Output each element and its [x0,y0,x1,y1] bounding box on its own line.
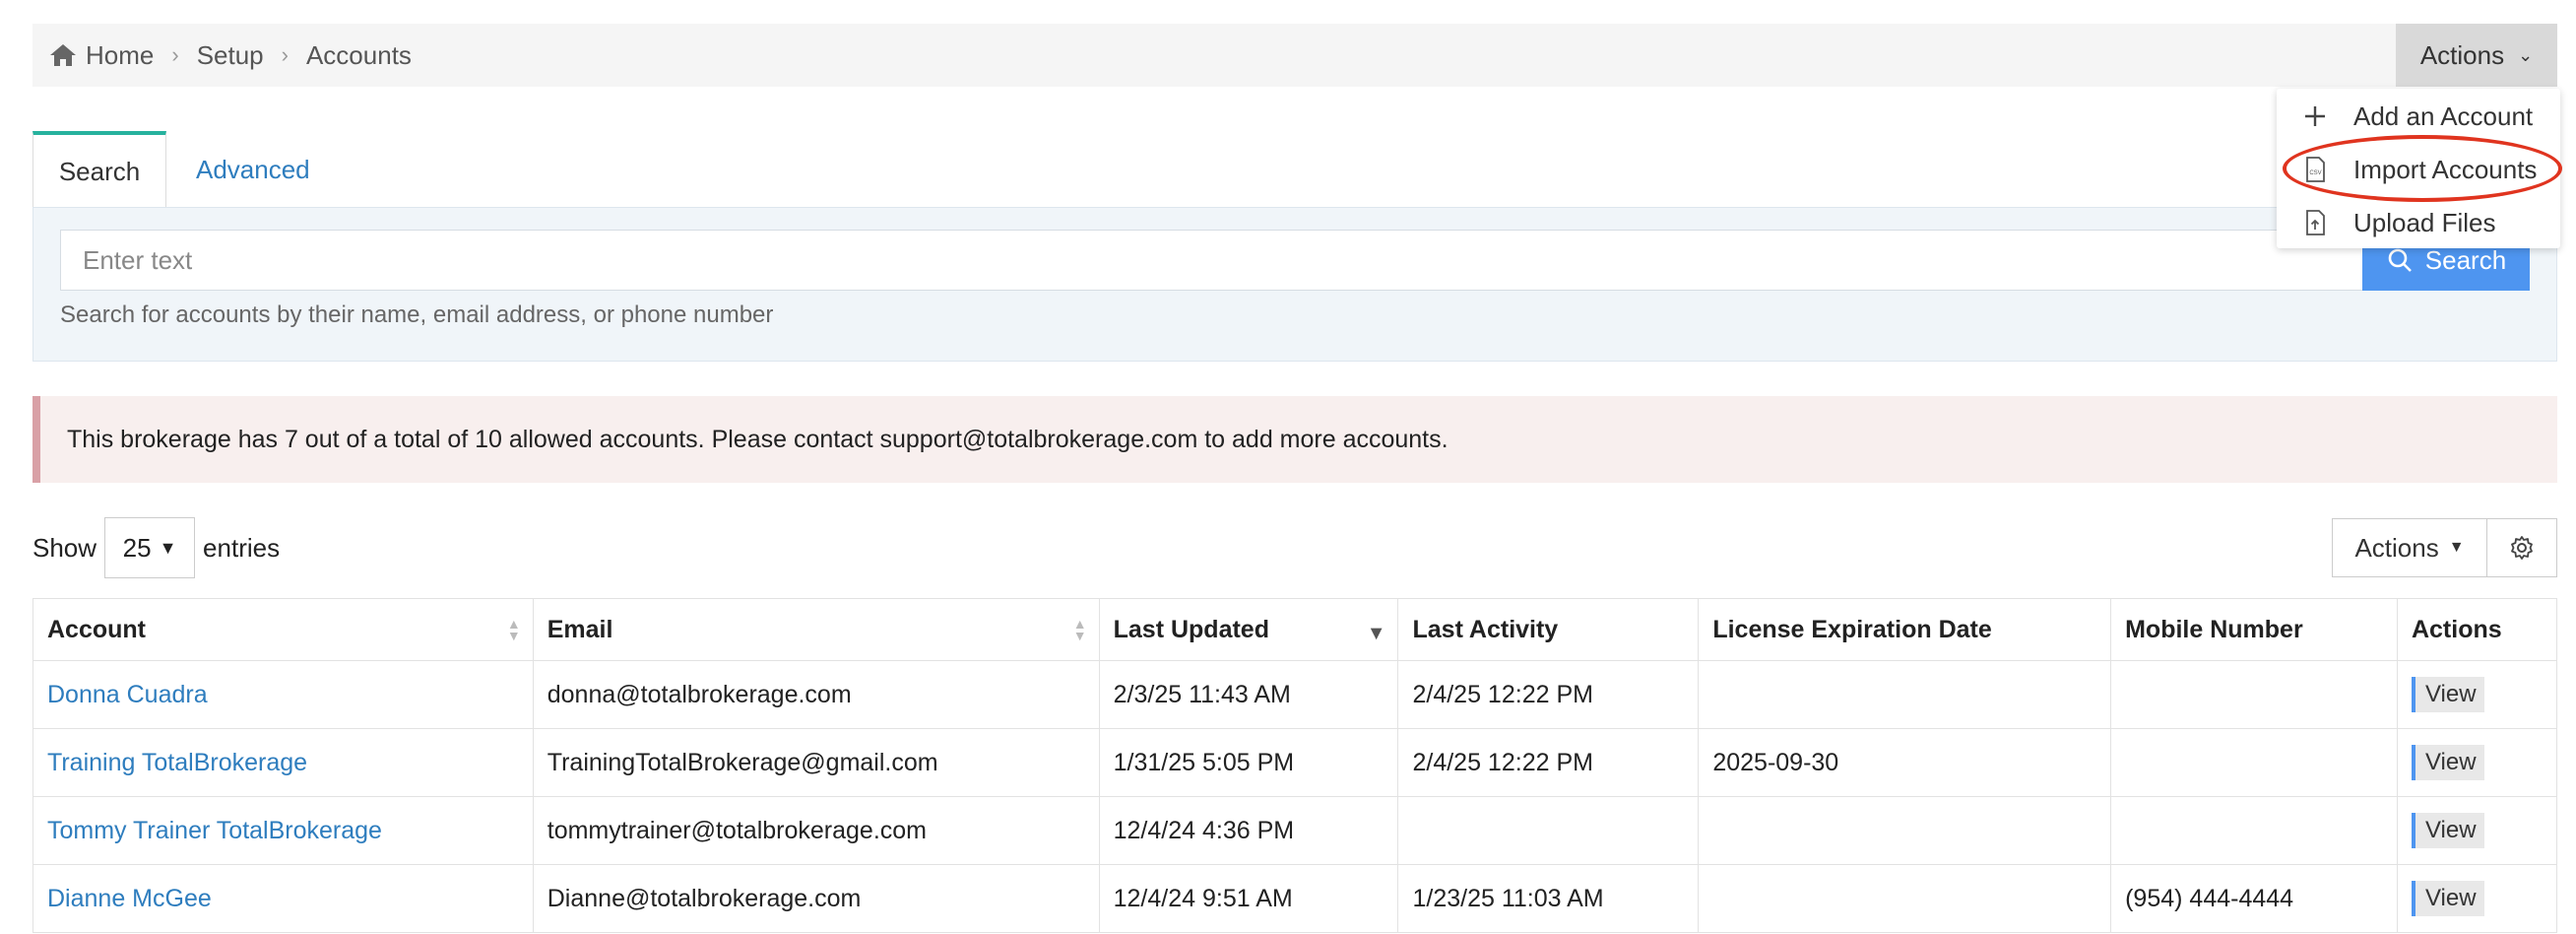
email-cell: tommytrainer@totalbrokerage.com [532,796,1100,865]
view-button[interactable]: View [2411,881,2484,916]
entries-select[interactable]: 25 ▼ [104,517,196,578]
column-header-email[interactable]: Email ▲ ▼ [532,598,1100,661]
table-header-row: Account ▲ ▼ Email ▲ ▼ Last Updated ▼ Last Act… [32,598,2558,661]
search-input[interactable]: Enter text [60,230,2364,291]
actions-cell: View [2396,660,2558,729]
column-header-actions: Actions [2396,598,2558,661]
table-row: Dianne McGee Dianne@totalbrokerage.com 1… [32,864,2558,933]
entries-length-control: Show 25 ▼ entries [32,517,280,578]
search-tabs: Search Advanced [32,131,338,208]
sort-icon: ▲ ▼ [1072,616,1087,643]
accounts-table: Account ▲ ▼ Email ▲ ▼ Last Updated ▼ Last Act… [32,598,2558,933]
account-link[interactable]: Tommy Trainer TotalBrokerage [32,796,534,865]
actions-cell: View [2396,728,2558,797]
table-settings-button[interactable] [2486,518,2557,577]
last-updated-cell: 2/3/25 11:43 AM [1098,660,1399,729]
menu-item-label: Add an Account [2353,100,2534,131]
search-help-text: Search for accounts by their name, email… [60,301,774,328]
menu-item-upload-files[interactable]: Upload Files [2277,197,2560,248]
menu-item-label: Upload Files [2353,207,2496,237]
last-activity-cell: 2/4/25 12:22 PM [1397,728,1700,797]
chevron-right-icon: › [281,42,289,67]
mobile-cell [2110,728,2398,797]
email-cell: TrainingTotalBrokerage@gmail.com [532,728,1100,797]
last-activity-cell: 1/23/25 11:03 AM [1397,864,1700,933]
chevron-right-icon: › [171,42,179,67]
search-icon [2388,248,2412,272]
actions-dropdown-button[interactable]: Actions ⌄ [2396,24,2557,87]
caret-down-icon: ▼ [2448,539,2465,556]
actions-cell: View [2396,796,2558,865]
actions-cell: View [2396,864,2558,933]
menu-item-label: Import Accounts [2353,154,2538,184]
account-link[interactable]: Donna Cuadra [32,660,534,729]
search-panel: Enter text Search Search for accounts by… [32,207,2557,362]
show-label: Show [32,532,97,563]
license-expiration-cell [1698,864,2112,933]
breadcrumb-home[interactable]: Home [86,40,154,71]
menu-item-add-account[interactable]: Add an Account [2277,91,2560,142]
email-cell: Dianne@totalbrokerage.com [532,864,1100,933]
tab-search[interactable]: Search [32,131,166,208]
view-button[interactable]: View [2411,677,2484,712]
table-actions-label: Actions [2354,532,2439,563]
actions-label: Actions [2419,39,2505,70]
caret-down-icon: ▼ [159,537,177,558]
breadcrumb-setup[interactable]: Setup [197,40,264,71]
entries-value: 25 [122,532,152,563]
upload-file-icon [2306,210,2325,235]
account-limit-alert: This brokerage has 7 out of a total of 1… [32,396,2557,483]
table-actions-button[interactable]: Actions ▼ [2332,518,2487,577]
license-expiration-cell: 2025-09-30 [1698,728,2112,797]
last-updated-cell: 1/31/25 5:05 PM [1098,728,1399,797]
breadcrumb-accounts: Accounts [305,39,412,70]
column-header-last-updated[interactable]: Last Updated ▼ [1098,598,1399,661]
column-header-last-activity: Last Activity [1397,598,1700,661]
gear-icon [2511,536,2533,560]
plus-icon [2305,106,2325,126]
column-header-mobile: Mobile Number [2110,598,2398,661]
actions-menu: Add an Account CSV Import Accounts Uploa… [2277,89,2560,248]
account-link[interactable]: Training TotalBrokerage [32,728,534,797]
svg-text:CSV: CSV [2309,170,2321,176]
tab-advanced[interactable]: Advanced [166,131,338,208]
entries-label: entries [203,532,281,563]
search-button-label: Search [2424,244,2507,275]
table-row: Training TotalBrokerage TrainingTotalBro… [32,728,2558,797]
column-header-license-expiration: License Expiration Date [1698,598,2112,661]
mobile-cell [2110,660,2398,729]
email-cell: donna@totalbrokerage.com [532,660,1100,729]
column-header-account[interactable]: Account ▲ ▼ [32,598,534,661]
sort-icon: ▲ ▼ [506,616,521,643]
mobile-cell [2110,796,2398,865]
last-updated-cell: 12/4/24 9:51 AM [1098,864,1399,933]
table-row: Donna Cuadra donna@totalbrokerage.com 2/… [32,660,2558,729]
view-button[interactable]: View [2411,745,2484,780]
chevron-down-icon: ⌄ [2518,44,2534,65]
last-activity-cell [1397,796,1700,865]
license-expiration-cell [1698,660,2112,729]
last-activity-cell: 2/4/25 12:22 PM [1397,660,1700,729]
table-row: Tommy Trainer TotalBrokerage tommytraine… [32,796,2558,865]
breadcrumb: Home › Setup › Accounts [48,24,412,87]
csv-file-icon: CSV [2306,157,2325,182]
menu-item-import-accounts[interactable]: CSV Import Accounts [2277,144,2560,195]
home-icon [50,44,76,66]
license-expiration-cell [1698,796,2112,865]
view-button[interactable]: View [2411,813,2484,848]
last-updated-cell: 12/4/24 4:36 PM [1098,796,1399,865]
breadcrumb-bar: Home › Setup › Accounts Actions ⌄ [32,24,2557,87]
sort-desc-icon: ▼ [1366,623,1386,645]
mobile-cell: (954) 444-4444 [2110,864,2398,933]
account-link[interactable]: Dianne McGee [32,864,534,933]
